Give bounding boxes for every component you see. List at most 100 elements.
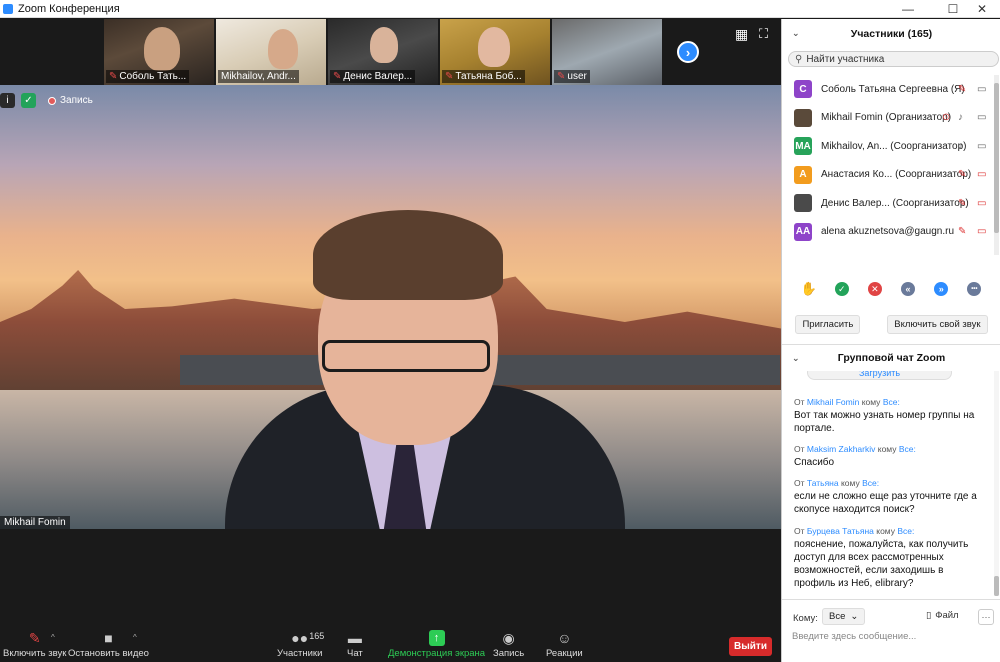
yes-icon[interactable]: ✓: [834, 282, 849, 296]
participant-row[interactable]: MA Mikhailov, An... (Соорганизатор) ♪ ▭: [782, 132, 997, 161]
mic-icon: ♪: [958, 140, 963, 152]
participant-thumbnail[interactable]: ✎ Денис Валер...: [328, 19, 438, 85]
reactions-smiley-icon: ☺: [557, 630, 572, 646]
chat-message: От Бурцева Татьяна кому Все: пояснение, …: [794, 526, 984, 590]
unmute-self-button[interactable]: Включить свой звук: [887, 315, 988, 334]
video-off-icon: ▭: [977, 226, 987, 238]
security-shield-icon[interactable]: ✓: [21, 93, 36, 108]
zoom-app-icon: [3, 3, 13, 14]
thumbnail-label: ✎ Татьяна Боб...: [442, 70, 525, 83]
participant-name: Соболь Татьяна Сергеевна (Я): [821, 83, 965, 95]
invite-button[interactable]: Пригласить: [795, 315, 861, 334]
muted-mic-icon: ✎: [28, 630, 41, 646]
meeting-overlay: i ✓ Запись: [0, 93, 93, 108]
scrollbar-thumb[interactable]: [994, 576, 999, 596]
muted-mic-icon: ✎: [958, 83, 967, 95]
message-text: Вот так можно узнать номер группы на пор…: [794, 410, 975, 434]
participant-thumbnail[interactable]: ✎ Соболь Тать...: [104, 19, 214, 85]
faster-icon[interactable]: »: [934, 282, 949, 296]
speaker-glasses: [322, 340, 490, 372]
file-button[interactable]: ▯ Файл: [926, 610, 959, 621]
thumbnail-label: ✎ user: [554, 70, 590, 83]
side-panel: ⌄ Участники (165) ⚲ С Соболь Татьяна Сер…: [781, 19, 1000, 662]
window-title: Zoom Конференция: [18, 2, 120, 15]
chat-button[interactable]: ▬ Чат: [347, 630, 363, 659]
video-off-icon: ▭: [977, 197, 987, 209]
record-button[interactable]: ◉ Запись: [493, 630, 524, 659]
muted-mic-icon: ✎: [557, 71, 566, 82]
participants-button[interactable]: ●● 165 Участники: [277, 630, 325, 659]
thumbnail-label: ✎ Денис Валер...: [330, 70, 416, 83]
speaker-name-label: Mikhail Fomin: [0, 516, 70, 529]
avatar: [794, 108, 812, 127]
message-text: Спасибо: [794, 457, 835, 468]
avatar: MA: [794, 137, 812, 156]
participant-name: Mikhailov, An... (Соорганизатор): [821, 140, 967, 152]
chat-bubble-icon: ▬: [347, 630, 362, 646]
raise-hand-icon[interactable]: ✋: [800, 281, 816, 296]
no-icon[interactable]: ✕: [867, 282, 882, 296]
meeting-info-icon[interactable]: i: [0, 93, 15, 108]
participant-row[interactable]: А Анастасия Ко... (Соорганизатор) ✎ ▭: [782, 161, 997, 190]
message-text: пояснение, пожалуйста, как получить дост…: [794, 539, 969, 589]
meeting-toolbar: ✎ Включить звук ^ ■ Остановить видео ^ ●…: [0, 625, 781, 662]
record-icon: ◉: [502, 630, 515, 646]
share-screen-button[interactable]: ↑ Демонстрация экрана: [388, 630, 485, 659]
audio-options-caret-icon[interactable]: ^: [51, 633, 55, 642]
speaker-hair: [313, 210, 503, 300]
more-reactions-icon[interactable]: •••: [967, 282, 982, 296]
participant-row[interactable]: С Соболь Татьяна Сергеевна (Я) ✎ ▭: [782, 75, 997, 104]
chevron-down-icon: ⌄: [850, 611, 859, 622]
avatar: AA: [794, 222, 812, 241]
video-camera-icon: ▭: [977, 140, 987, 152]
participant-name: Денис Валер... (Соорганизатор): [821, 197, 969, 209]
participant-thumbnail[interactable]: Mikhailov, Andr...: [216, 19, 326, 85]
scrollbar-thumb[interactable]: [994, 83, 999, 233]
download-button[interactable]: Загрузить: [807, 371, 952, 380]
participant-row[interactable]: AA alena akuznetsova@gaugn.ru ✎ ▭: [782, 218, 997, 247]
share-screen-icon: ↑: [428, 630, 445, 646]
thumbnail-label: Mikhailov, Andr...: [218, 70, 299, 83]
video-camera-icon: ■: [104, 630, 113, 646]
participants-title: Участники (165): [850, 28, 933, 40]
participant-row[interactable]: Mikhail Fomin (Организатор) ⊙ ♪ ▭: [782, 104, 997, 133]
muted-mic-icon: ✎: [958, 226, 967, 238]
recipient-select[interactable]: Все ⌄: [822, 608, 866, 625]
participant-row[interactable]: Денис Валер... (Соорганизатор) ✎ ▭: [782, 189, 997, 218]
search-icon: ⚲: [795, 53, 803, 65]
muted-mic-icon: ✎: [958, 169, 967, 181]
participant-face: [478, 27, 510, 67]
collapse-chat-icon[interactable]: ⌄: [792, 353, 800, 364]
participant-face: [268, 29, 298, 69]
video-off-icon: ▭: [977, 169, 987, 181]
chat-scrollbar[interactable]: [994, 371, 999, 596]
leave-meeting-button[interactable]: Выйти: [729, 637, 772, 656]
recording-dot-icon: [48, 96, 56, 105]
video-options-caret-icon[interactable]: ^: [133, 633, 137, 642]
chat-messages: Загрузить От Mikhail Fomin кому Все: Вот…: [782, 371, 996, 596]
thumbnail-strip: ✎ Соболь Тать... Mikhailov, Andr... ✎ Дени…: [104, 19, 662, 85]
participant-name: alena akuznetsova@gaugn.ru: [821, 226, 955, 238]
reactions-button[interactable]: ☺ Реакции: [546, 630, 583, 659]
slower-icon[interactable]: «: [901, 282, 916, 296]
participants-scrollbar[interactable]: [994, 75, 999, 255]
participant-thumbnail[interactable]: ✎ user: [552, 19, 662, 85]
active-speaker-video: [0, 85, 781, 529]
muted-mic-icon: ✎: [333, 71, 342, 82]
close-button[interactable]: ✕: [962, 0, 1000, 18]
participants-count: 165: [309, 631, 325, 641]
gallery-view-icon[interactable]: ▦: [735, 27, 749, 41]
muted-mic-icon: ✎: [445, 71, 454, 82]
unmute-button[interactable]: ✎ Включить звук: [3, 630, 66, 659]
chat-header: ⌄ Групповой чат Zoom: [782, 344, 1000, 370]
minimize-button[interactable]: —: [888, 0, 928, 18]
chat-more-button[interactable]: ···: [978, 609, 994, 625]
collapse-participants-icon[interactable]: ⌄: [792, 28, 800, 39]
participant-search[interactable]: ⚲: [788, 51, 999, 67]
recipient-label: Кому:: [793, 613, 818, 624]
next-page-arrow-icon[interactable]: ›: [677, 41, 699, 63]
participant-thumbnail[interactable]: ✎ Татьяна Боб...: [440, 19, 550, 85]
message-input[interactable]: [792, 631, 992, 642]
search-input[interactable]: [806, 53, 987, 65]
fullscreen-icon[interactable]: ⛶: [759, 27, 773, 41]
